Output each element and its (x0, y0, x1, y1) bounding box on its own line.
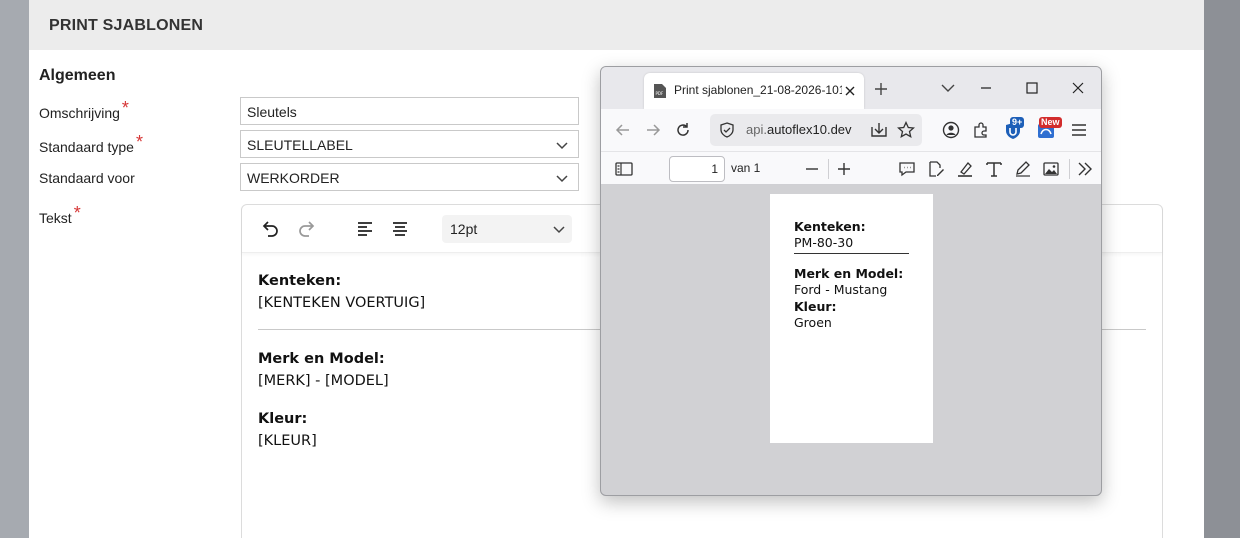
browser-tab[interactable]: PDF Print sjablonen_21-08-2026-101 (644, 73, 864, 109)
browser-navbar: api.autoflex10.dev 9+ New (601, 109, 1101, 151)
merk-heading: Merk en Model: (258, 351, 385, 367)
signature-icon[interactable] (927, 160, 945, 178)
pdf-kleur-label: Kleur: (794, 299, 837, 314)
pdf-kleur-value: Groen (794, 315, 832, 330)
right-background (1204, 0, 1240, 538)
kleur-placeholder: [KLEUR] (258, 433, 317, 449)
chevron-down-icon (553, 226, 565, 234)
shield-icon[interactable] (719, 122, 735, 138)
comment-icon[interactable] (898, 160, 916, 178)
font-size-select[interactable]: 12pt (442, 215, 572, 243)
align-center-icon[interactable] (390, 219, 410, 239)
description-input[interactable]: Sleutels (240, 97, 579, 125)
bookmark-star-icon[interactable] (897, 121, 915, 139)
pdf-toolbar: 1 van 1 (601, 151, 1101, 185)
pdf-horizontal-rule (794, 253, 909, 254)
chevron-down-icon (556, 175, 568, 183)
zoom-out-icon[interactable] (805, 162, 819, 176)
highlight-icon[interactable] (956, 160, 974, 178)
download-pdf-icon[interactable] (870, 122, 888, 138)
page-number-input[interactable]: 1 (669, 156, 725, 182)
pdf-merk-label: Merk en Model: (794, 266, 904, 281)
kenteken-heading: Kenteken: (258, 273, 342, 289)
page-count: van 1 (731, 161, 761, 175)
undo-icon[interactable] (260, 219, 280, 239)
address-bar[interactable]: api.autoflex10.dev (710, 114, 922, 146)
toolbar-separator (828, 159, 829, 179)
ublock-extension-icon[interactable]: 9+ (1004, 117, 1025, 140)
default-for-value: WERKORDER (247, 170, 340, 186)
page-title: PRINT SJABLONEN (49, 17, 204, 34)
default-for-label: Standaard voor (39, 170, 135, 186)
close-tab-icon[interactable] (844, 85, 856, 97)
pdf-page: Kenteken: PM-80-30 Merk en Model: Ford -… (770, 194, 933, 443)
new-tab-icon[interactable] (874, 82, 888, 96)
default-type-value: SLEUTELLABEL (247, 137, 353, 153)
close-window-icon[interactable] (1072, 82, 1084, 94)
account-icon[interactable] (942, 121, 960, 139)
menu-icon[interactable] (1071, 123, 1087, 137)
svg-text:PDF: PDF (656, 91, 664, 96)
pdf-merk-value: Ford - Mustang (794, 282, 888, 297)
default-type-label: Standaard type * (39, 132, 143, 155)
extensions-icon[interactable] (972, 121, 990, 139)
required-marker: * (73, 203, 81, 223)
draw-icon[interactable] (1014, 160, 1032, 178)
align-left-icon[interactable] (355, 219, 375, 239)
left-background (0, 0, 29, 538)
url-text: api.autoflex10.dev (746, 122, 852, 137)
new-badge: New (1039, 117, 1062, 128)
toolbar-separator (1069, 159, 1070, 179)
default-for-select[interactable]: WERKORDER (240, 163, 579, 191)
chevron-down-icon[interactable] (941, 83, 955, 93)
page-header: PRINT SJABLONEN (29, 0, 1204, 50)
maximize-icon[interactable] (1026, 82, 1038, 94)
text-label: Tekst * (39, 203, 81, 226)
forward-icon[interactable] (645, 122, 661, 138)
required-marker: * (121, 98, 129, 118)
required-marker: * (135, 132, 143, 152)
pdf-viewer-window: PDF Print sjablonen_21-08-2026-101 api.a… (600, 66, 1102, 496)
text-tool-icon[interactable] (985, 160, 1003, 178)
redo-icon[interactable] (297, 219, 317, 239)
description-label: Omschrijving * (39, 98, 129, 121)
pdf-kenteken-value: PM-80-30 (794, 235, 854, 250)
minimize-icon[interactable] (980, 82, 992, 94)
chevron-down-icon (556, 142, 568, 150)
merk-placeholder: [MERK] - [MODEL] (258, 373, 389, 389)
sidebar-toggle-icon[interactable] (615, 161, 633, 177)
kleur-heading: Kleur: (258, 411, 308, 427)
kenteken-placeholder: [KENTEKEN VOERTUIG] (258, 295, 426, 311)
reload-icon[interactable] (675, 122, 691, 138)
extension-count-badge: 9+ (1010, 117, 1025, 128)
default-type-select[interactable]: SLEUTELLABEL (240, 130, 579, 158)
browser-titlebar: PDF Print sjablonen_21-08-2026-101 (601, 67, 1101, 109)
zoom-in-icon[interactable] (837, 162, 851, 176)
pdf-kenteken-label: Kenteken: (794, 219, 866, 234)
image-icon[interactable] (1042, 160, 1060, 178)
new-extension-icon[interactable]: New (1037, 117, 1062, 140)
back-icon[interactable] (615, 122, 631, 138)
tab-title: Print sjablonen_21-08-2026-101 (674, 83, 842, 97)
more-tools-icon[interactable] (1077, 161, 1093, 177)
pdf-file-icon: PDF (654, 84, 666, 98)
font-size-value: 12pt (450, 221, 478, 237)
section-title-general: Algemeen (39, 67, 116, 84)
